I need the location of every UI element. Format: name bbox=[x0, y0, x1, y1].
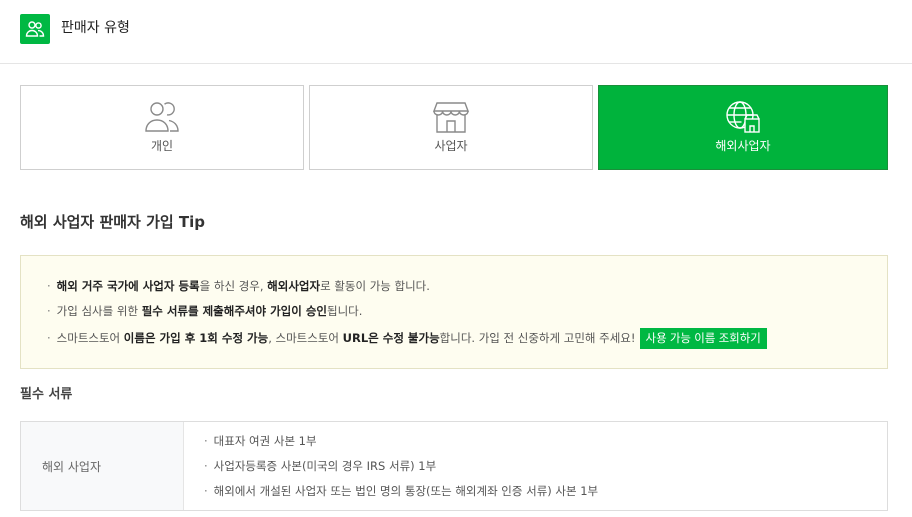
seller-type-label: 해외사업자 bbox=[715, 139, 771, 153]
required-docs-category-cell: 해외 사업자 bbox=[21, 422, 184, 510]
seller-type-label: 개인 bbox=[150, 139, 174, 153]
storefront-icon bbox=[433, 102, 469, 133]
page-title: 판매자 유형 bbox=[61, 20, 130, 36]
seller-type-label: 사업자 bbox=[434, 139, 468, 153]
required-docs-table: 해외 사업자 · 대표자 여권 사본 1부 · 사업자등록증 사본(미국의 경우 I… bbox=[20, 421, 888, 511]
seller-type-selector: 개인 사업자 해외사업자 bbox=[20, 85, 888, 170]
users-icon bbox=[20, 14, 50, 44]
seller-type-overseas-business[interactable]: 해외사업자 bbox=[598, 85, 888, 170]
tip-line-1: · 해외 거주 국가에 사업자 등록을 하신 경우, 해외사업자로 활동이 가능 … bbox=[47, 279, 430, 293]
seller-type-business[interactable]: 사업자 bbox=[309, 85, 593, 170]
page-header: 판매자 유형 bbox=[0, 0, 912, 64]
list-item: · 대표자 여권 사본 1부 bbox=[204, 434, 317, 448]
check-name-availability-button[interactable]: 사용 가능 이름 조회하기 bbox=[639, 328, 767, 349]
list-item: · 사업자등록증 사본(미국의 경우 IRS 서류) 1부 bbox=[204, 459, 437, 473]
tip-title: 해외 사업자 판매자 가입 Tip bbox=[20, 213, 206, 231]
required-docs-title: 필수 서류 bbox=[20, 387, 73, 402]
seller-type-individual[interactable]: 개인 bbox=[20, 85, 304, 170]
tip-box: · 해외 거주 국가에 사업자 등록을 하신 경우, 해외사업자로 활동이 가능 … bbox=[20, 255, 888, 369]
person-icon bbox=[145, 102, 179, 132]
globe-store-icon bbox=[726, 101, 760, 133]
required-docs-category-label: 해외 사업자 bbox=[42, 460, 102, 474]
list-item: · 해외에서 개설된 사업자 또는 법인 명의 통장(또는 해외계좌 인증 서류)… bbox=[204, 484, 599, 498]
tip-line-3: · 스마트스토어 이름은 가입 후 1회 수정 가능, 스마트스토어 URL은 수… bbox=[47, 328, 767, 349]
tip-line-2: · 가입 심사를 위한 필수 서류를 제출해주셔야 가입이 승인됩니다. bbox=[47, 304, 363, 318]
